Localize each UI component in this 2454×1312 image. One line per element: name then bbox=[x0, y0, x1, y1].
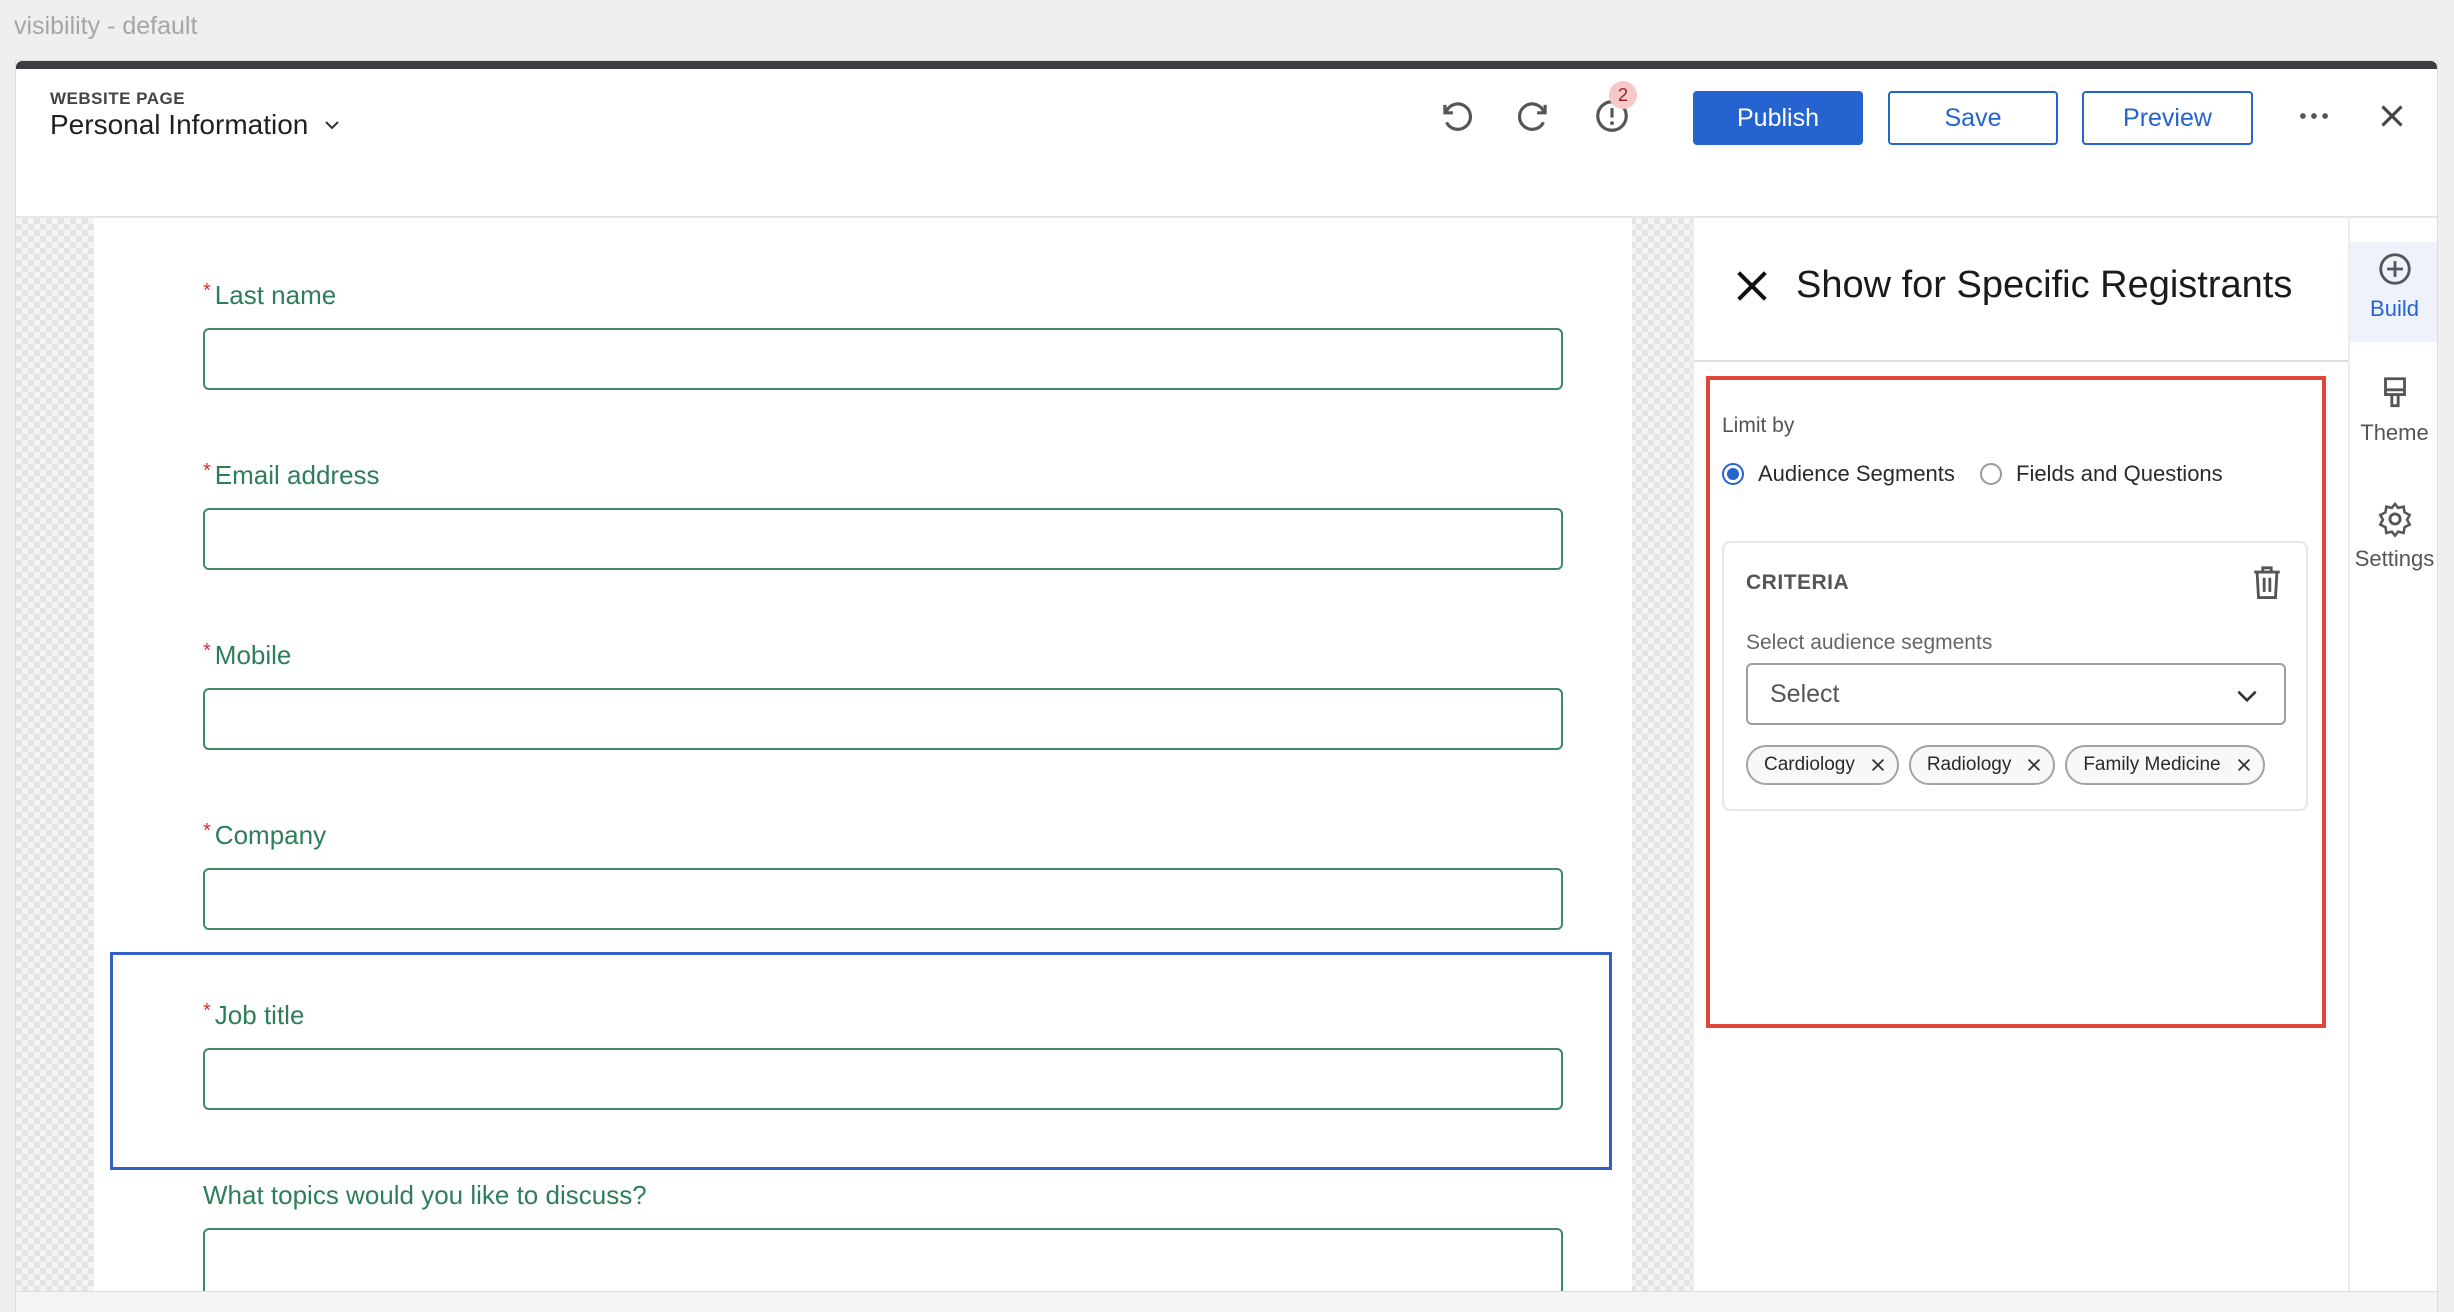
field-label-topics: What topics would you like to discuss? bbox=[203, 1180, 647, 1210]
form-page: * Last name * Email address * Mobile * Compa… bbox=[94, 218, 1632, 1312]
panel-title-row: Show for Specific Registrants bbox=[1694, 218, 2350, 362]
save-button[interactable]: Save bbox=[1888, 91, 2058, 145]
header: WEBSITE PAGE Personal Information 2 Publ… bbox=[16, 69, 2437, 218]
panel-title: Show for Specific Registrants bbox=[1796, 264, 2293, 306]
remove-chip-icon[interactable] bbox=[2235, 756, 2253, 774]
field-label-last-name: * Last name bbox=[203, 280, 337, 310]
segment-chips: Cardiology Radiology Family Medicine bbox=[1746, 745, 2265, 785]
issues-badge: 2 bbox=[1609, 81, 1637, 109]
close-icon[interactable] bbox=[2370, 94, 2414, 138]
page-name: Personal Information bbox=[50, 109, 309, 140]
criteria-title: CRITERIA bbox=[1746, 571, 1850, 594]
criteria-card: CRITERIA Select audience segments Select… bbox=[1722, 541, 2308, 811]
chevron-down-icon bbox=[2237, 690, 2257, 703]
editor-canvas: * Last name * Email address * Mobile * Compa… bbox=[16, 218, 1692, 1312]
window-top-strip bbox=[16, 61, 2437, 69]
chip-radiology: Radiology bbox=[1908, 745, 2056, 785]
radio-unselected-icon bbox=[1980, 463, 2002, 485]
chevron-down-icon bbox=[325, 121, 340, 130]
visibility-panel: Show for Specific Registrants Limit by A… bbox=[1692, 218, 2350, 1312]
field-label-company: * Company bbox=[203, 820, 327, 850]
trash-icon[interactable] bbox=[2250, 563, 2284, 601]
limit-by-label: Limit by bbox=[1722, 414, 1795, 437]
publish-button[interactable]: Publish bbox=[1693, 91, 1863, 145]
preview-button[interactable]: Preview bbox=[2082, 91, 2253, 145]
job-title-input[interactable] bbox=[203, 1048, 1563, 1110]
redo-icon[interactable] bbox=[1512, 94, 1556, 138]
side-rail: Build Theme Settings bbox=[2348, 218, 2437, 1312]
field-label-mobile: * Mobile bbox=[203, 640, 292, 670]
select-segments-label: Select audience segments bbox=[1746, 631, 1993, 654]
radio-selected-icon bbox=[1722, 463, 1744, 485]
app-window: WEBSITE PAGE Personal Information 2 Publ… bbox=[16, 61, 2437, 1312]
remove-chip-icon[interactable] bbox=[1869, 756, 1887, 774]
mobile-input[interactable] bbox=[203, 688, 1563, 750]
paint-brush-icon bbox=[2383, 377, 2406, 408]
rail-settings[interactable]: Settings bbox=[2350, 500, 2437, 572]
chip-cardiology: Cardiology bbox=[1746, 745, 1899, 785]
footer-strip bbox=[16, 1291, 2437, 1312]
gear-icon bbox=[2378, 501, 2411, 538]
company-input[interactable] bbox=[203, 868, 1563, 930]
page-kind-label: WEBSITE PAGE bbox=[50, 89, 186, 108]
select-placeholder: Select bbox=[1770, 679, 1840, 708]
radio-fields-and-questions[interactable]: Fields and Questions bbox=[1980, 461, 2223, 487]
field-label-job-title: * Job title bbox=[203, 1000, 305, 1030]
segments-select[interactable]: Select bbox=[1746, 663, 2286, 725]
more-icon[interactable] bbox=[2292, 94, 2336, 138]
chip-family-medicine: Family Medicine bbox=[2065, 745, 2265, 785]
close-panel-icon[interactable] bbox=[1732, 266, 1772, 306]
plus-circle-icon bbox=[2378, 253, 2411, 285]
remove-chip-icon[interactable] bbox=[2025, 756, 2043, 774]
email-input[interactable] bbox=[203, 508, 1563, 570]
field-label-email: * Email address bbox=[203, 460, 380, 490]
last-name-input[interactable] bbox=[203, 328, 1563, 390]
radio-audience-segments[interactable]: Audience Segments bbox=[1722, 461, 1955, 487]
frame-label: visibility - default bbox=[14, 12, 198, 40]
rail-theme[interactable]: Theme bbox=[2350, 374, 2437, 446]
page-selector[interactable]: Personal Information bbox=[50, 109, 342, 141]
rail-build[interactable]: Build bbox=[2350, 250, 2437, 322]
undo-icon[interactable] bbox=[1434, 94, 1478, 138]
